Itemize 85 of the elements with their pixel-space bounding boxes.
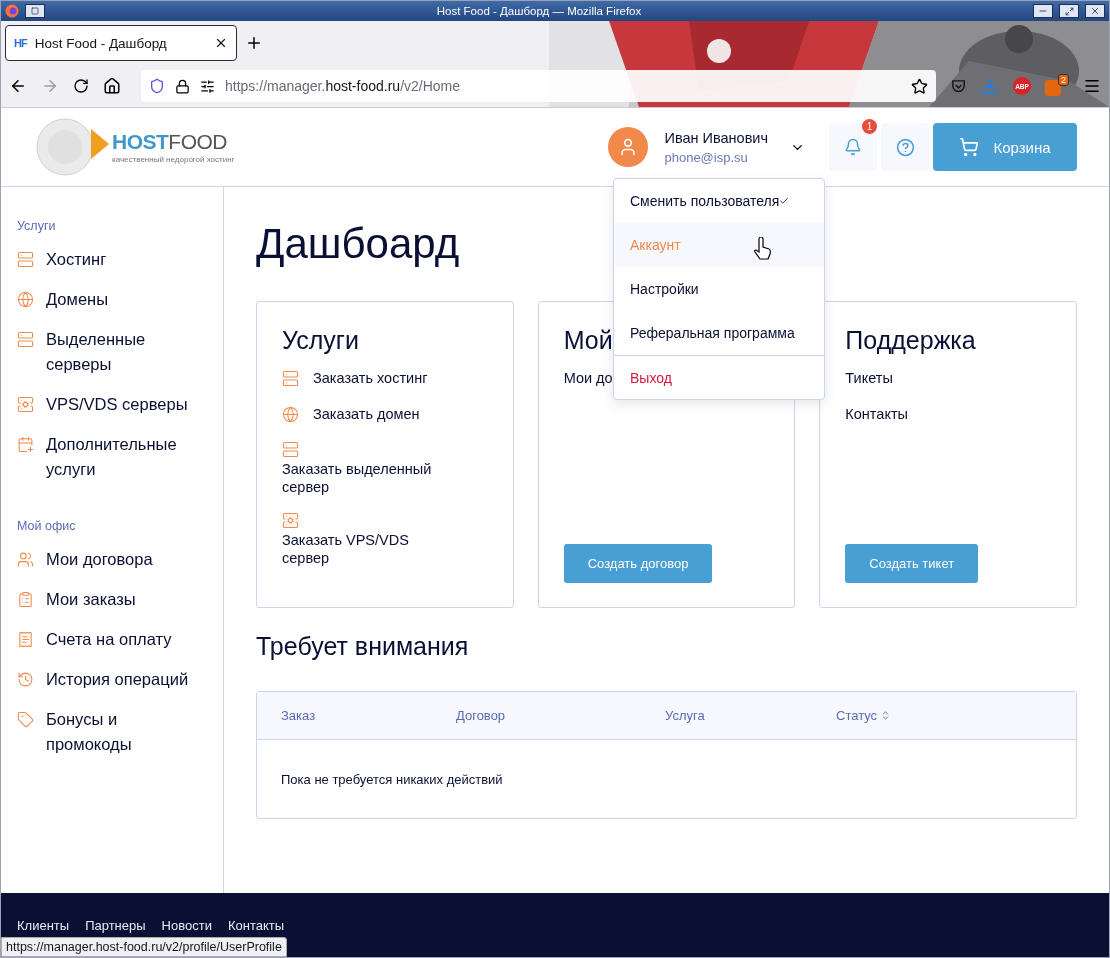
maximize-icon: [1064, 6, 1074, 16]
users-icon: [17, 551, 34, 568]
sidebar-item[interactable]: Выделенные серверы: [17, 327, 223, 377]
menu-icon[interactable]: [1083, 77, 1101, 95]
bookmark-star-icon[interactable]: [911, 77, 928, 95]
section-title: Требует внимания: [256, 632, 470, 661]
tag-icon: [17, 711, 34, 728]
hand-cursor-icon: [753, 237, 773, 261]
server-icon: [17, 331, 34, 348]
card-link[interactable]: Контакты: [845, 405, 908, 423]
sidebar-item[interactable]: Мои договора: [17, 547, 223, 572]
window-menu-button[interactable]: [25, 4, 45, 18]
column-header: Договор: [456, 708, 507, 723]
sidebar-section-title: Мой офис: [17, 519, 77, 533]
footer-link[interactable]: Новости: [161, 917, 212, 933]
firefox-icon: [5, 4, 19, 18]
calendar-plus-icon: [17, 436, 34, 453]
footer-link[interactable]: Клиенты: [17, 917, 70, 933]
sidebar-item[interactable]: Домены: [17, 287, 223, 312]
new-tab-icon[interactable]: [245, 34, 263, 52]
reload-icon[interactable]: [73, 78, 89, 94]
empty-message: Пока не требуется никаких действий: [280, 770, 504, 789]
sidebar-section-title: Услуги: [17, 219, 57, 233]
sidebar-item[interactable]: Счета на оплату: [17, 627, 223, 652]
footer-link[interactable]: Партнеры: [85, 917, 146, 933]
card-link[interactable]: Заказать домен: [282, 405, 420, 423]
favicon: HF: [14, 37, 27, 49]
window-title: Host Food - Дашборд — Mozilla Firefox: [435, 5, 643, 17]
permissions-icon[interactable]: [200, 78, 215, 94]
footer-link[interactable]: Контакты: [227, 917, 285, 933]
history-icon: [17, 671, 34, 688]
column-header: Заказ: [281, 708, 317, 723]
help-icon: [895, 137, 915, 157]
notification-badge: 1: [862, 119, 877, 134]
column-header: Услуга: [665, 708, 706, 723]
menu-item[interactable]: Выход: [614, 355, 824, 399]
sidebar-item[interactable]: Бонусы и промокоды: [17, 707, 223, 757]
page-title: Дашбоард: [256, 219, 460, 269]
sidebar-item[interactable]: История операций: [17, 667, 223, 692]
sidebar-item[interactable]: Мои заказы: [17, 587, 223, 612]
server-icon: [17, 251, 34, 268]
minimize-button[interactable]: [1033, 4, 1053, 18]
avatar: [608, 127, 649, 167]
globe-icon: [17, 291, 34, 308]
card-title: Поддержка: [845, 326, 976, 355]
help-button[interactable]: [881, 123, 929, 171]
browser-tab[interactable]: HF Host Food - Дашборд: [5, 25, 237, 61]
check-icon: [779, 196, 790, 206]
user-name: Иван Иванович: [664, 129, 768, 146]
card-link[interactable]: Заказать VPS/VDS сервер: [282, 512, 457, 567]
clipboard-icon: [17, 591, 34, 608]
server-icon: [282, 441, 299, 458]
server-icon: [282, 369, 299, 387]
maximize-button[interactable]: [1059, 4, 1079, 18]
close-icon: [1090, 6, 1100, 16]
address-bar[interactable]: https://manager.host-food.ru/v2/Home: [141, 70, 936, 102]
sidebar-item[interactable]: Дополнительные услуги: [17, 432, 223, 482]
close-icon[interactable]: [214, 36, 228, 50]
globe-icon: [282, 405, 299, 423]
card-link[interactable]: Тикеты: [845, 369, 893, 387]
column-header[interactable]: Статус: [836, 708, 1076, 723]
menu-item[interactable]: Настройки: [614, 267, 824, 311]
user-email: phone@isp.su: [664, 149, 749, 165]
pocket-icon[interactable]: [950, 77, 967, 95]
card-title: Услуги: [282, 326, 359, 355]
square-icon: [31, 7, 39, 15]
tab-title: Host Food - Дашборд: [34, 35, 168, 51]
card-link[interactable]: Заказать хостинг: [282, 369, 428, 387]
home-icon[interactable]: [103, 77, 121, 95]
card-link[interactable]: Мои до: [563, 369, 613, 387]
status-url: https://manager.host-food.ru/v2/profile/UserProfile: [1, 937, 287, 957]
bell-icon: [844, 138, 862, 156]
logo: HOSTFOOD качественный недорогой хостинг: [35, 117, 235, 177]
sidebar-item[interactable]: Хостинг: [17, 247, 223, 272]
sidebar-item[interactable]: VPS/VDS серверы: [17, 392, 223, 417]
close-button[interactable]: [1085, 4, 1105, 18]
menu-item[interactable]: Сменить пользователя: [614, 179, 824, 223]
cart-icon: [959, 137, 980, 157]
card-link[interactable]: Заказать выделенный сервер: [282, 441, 457, 496]
receipt-icon: [17, 631, 34, 648]
lock-icon[interactable]: [175, 78, 190, 94]
menu-item[interactable]: Реферальная программа: [614, 311, 824, 355]
back-icon[interactable]: [9, 77, 27, 95]
shield-icon[interactable]: [149, 78, 165, 94]
card-title: Мой: [563, 326, 613, 355]
